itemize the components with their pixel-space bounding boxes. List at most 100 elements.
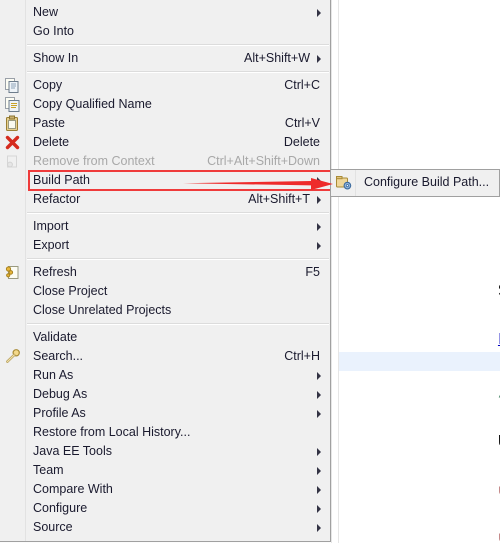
menu-bottom-padding xyxy=(0,537,330,541)
submenu-item-list: Configure Build Path... xyxy=(331,173,499,192)
submenu-arrow-icon xyxy=(317,409,321,418)
menu-item-accelerator: Ctrl+C xyxy=(284,78,320,92)
menu-separator xyxy=(27,71,329,73)
menu-item-close-unrelated-projects[interactable]: Close Unrelated Projects xyxy=(0,301,330,320)
menu-item-label: Copy Qualified Name xyxy=(33,97,152,111)
menu-item-configure[interactable]: Configure xyxy=(0,499,330,518)
menu-item-label: Configure Build Path... xyxy=(364,175,490,189)
menu-item-profile-as[interactable]: Profile As xyxy=(0,404,330,423)
menu-item-restore-from-local-history[interactable]: Restore from Local History... xyxy=(0,423,330,442)
menu-item-label: Delete xyxy=(33,135,70,149)
code-line[interactable]: us xyxy=(340,528,500,547)
menu-item-list: New Go Into Show In Alt+Shift+W Copy Ctrl+C Co… xyxy=(0,3,330,537)
code-line[interactable]: } xyxy=(340,228,500,247)
menu-item-build-path[interactable]: Build Path xyxy=(0,171,330,190)
menu-separator xyxy=(27,44,329,46)
menu-item-accelerator: Ctrl+V xyxy=(284,116,320,130)
menu-item-validate[interactable]: Validate xyxy=(0,328,330,347)
menu-item-label: New xyxy=(33,5,59,19)
menu-item-label: Go Into xyxy=(33,24,74,38)
menu-item-copy-qualified-name[interactable]: Copy Qualified Name xyxy=(0,95,330,114)
submenu-bottom-padding xyxy=(331,192,499,196)
submenu-arrow-icon xyxy=(317,523,321,532)
menu-item-label: Debug As xyxy=(33,387,88,401)
editor-gutter-divider-1 xyxy=(331,0,332,543)
code-line[interactable]: Sy xyxy=(340,281,500,300)
menu-separator xyxy=(27,258,329,260)
menu-item-label: Validate xyxy=(33,330,78,344)
submenu-arrow-icon xyxy=(317,222,321,231)
menu-item-label: Build Path xyxy=(33,173,90,187)
menu-item-accelerator: Delete xyxy=(283,135,320,149)
menu-item-label: Refresh xyxy=(33,265,77,279)
copy-qualified-name-icon xyxy=(4,96,21,113)
menu-item-label: Show In xyxy=(33,51,79,65)
copy-icon xyxy=(4,77,21,94)
menu-item-label: Run As xyxy=(33,368,74,382)
screenshot-root: } Sy Li // Us us us New Go Into Show In Alt+Shift… xyxy=(0,0,500,546)
menu-item-java-ee-tools[interactable]: Java EE Tools xyxy=(0,442,330,461)
menu-item-label: Close Project xyxy=(33,284,108,298)
menu-item-label: Team xyxy=(33,463,64,477)
menu-item-remove-from-context: Remove from Context Ctrl+Alt+Shift+Down xyxy=(0,152,330,171)
editor-current-line-highlight xyxy=(339,352,500,371)
menu-item-label: Refactor xyxy=(33,192,81,206)
editor-gutter-divider-2 xyxy=(338,0,339,543)
paste-icon xyxy=(4,115,21,132)
remove-from-context-icon xyxy=(4,153,21,170)
menu-item-accelerator: F5 xyxy=(305,265,320,279)
menu-item-new[interactable]: New xyxy=(0,3,330,22)
menu-item-export[interactable]: Export xyxy=(0,236,330,255)
refresh-icon xyxy=(4,264,21,281)
menu-item-show-in[interactable]: Show In Alt+Shift+W xyxy=(0,49,330,68)
code-line[interactable]: us xyxy=(340,481,500,500)
submenu-arrow-icon xyxy=(317,176,321,185)
menu-item-paste[interactable]: Paste Ctrl+V xyxy=(0,114,330,133)
menu-item-import[interactable]: Import xyxy=(0,217,330,236)
submenu-item-configure-build-path[interactable]: Configure Build Path... xyxy=(331,173,499,192)
menu-item-label: Profile As xyxy=(33,406,86,420)
code-line[interactable]: Li xyxy=(340,330,500,349)
menu-item-label: Source xyxy=(33,520,73,534)
menu-item-label: Close Unrelated Projects xyxy=(33,303,172,317)
project-context-menu[interactable]: New Go Into Show In Alt+Shift+W Copy Ctrl+C Co… xyxy=(0,0,331,542)
submenu-arrow-icon xyxy=(317,241,321,250)
menu-separator xyxy=(27,212,329,214)
menu-item-accelerator: Alt+Shift+W xyxy=(244,51,310,65)
menu-item-label: Copy xyxy=(33,78,63,92)
menu-item-label: Java EE Tools xyxy=(33,444,112,458)
menu-item-go-into[interactable]: Go Into xyxy=(0,22,330,41)
menu-item-team[interactable]: Team xyxy=(0,461,330,480)
menu-item-refactor[interactable]: Refactor Alt+Shift+T xyxy=(0,190,330,209)
menu-item-copy[interactable]: Copy Ctrl+C xyxy=(0,76,330,95)
menu-item-label: Configure xyxy=(33,501,88,515)
menu-item-debug-as[interactable]: Debug As xyxy=(0,385,330,404)
menu-item-run-as[interactable]: Run As xyxy=(0,366,330,385)
menu-item-accelerator: Ctrl+H xyxy=(284,349,320,363)
menu-item-label: Import xyxy=(33,219,69,233)
submenu-arrow-icon xyxy=(317,54,321,63)
menu-item-source[interactable]: Source xyxy=(0,518,330,537)
menu-item-close-project[interactable]: Close Project xyxy=(0,282,330,301)
menu-item-label: Compare With xyxy=(33,482,113,496)
submenu-arrow-icon xyxy=(317,466,321,475)
menu-item-label: Restore from Local History... xyxy=(33,425,191,439)
menu-item-label: Export xyxy=(33,238,70,252)
menu-item-compare-with[interactable]: Compare With xyxy=(0,480,330,499)
menu-item-accelerator: Alt+Shift+T xyxy=(248,192,310,206)
submenu-arrow-icon xyxy=(317,371,321,380)
menu-item-delete[interactable]: Delete Delete xyxy=(0,133,330,152)
submenu-arrow-icon xyxy=(317,8,321,17)
code-line[interactable]: Us xyxy=(340,432,500,451)
submenu-arrow-icon xyxy=(317,485,321,494)
menu-item-accelerator: Ctrl+Alt+Shift+Down xyxy=(207,154,320,168)
menu-item-label: Paste xyxy=(33,116,65,130)
menu-item-label: Remove from Context xyxy=(33,154,155,168)
delete-x-icon xyxy=(4,134,21,151)
menu-item-refresh[interactable]: Refresh F5 xyxy=(0,263,330,282)
build-path-submenu[interactable]: Configure Build Path... xyxy=(330,169,500,197)
code-line[interactable]: // xyxy=(340,382,500,401)
submenu-arrow-icon xyxy=(317,447,321,456)
menu-separator xyxy=(27,323,329,325)
menu-item-search[interactable]: Search... Ctrl+H xyxy=(0,347,330,366)
